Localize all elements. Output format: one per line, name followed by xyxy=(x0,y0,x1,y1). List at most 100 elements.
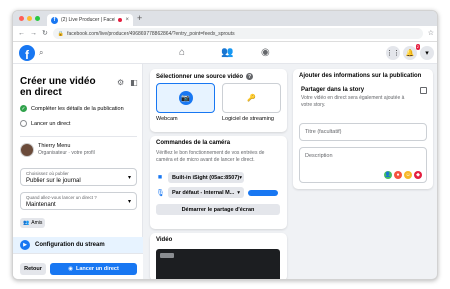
post-details-card: Ajouter des informations sur la publicat… xyxy=(293,69,433,189)
when-select[interactable]: Quand allez-vous lancer un direct ? Main… xyxy=(20,192,137,210)
audio-device-select[interactable]: Par défaut - Internal M... ▾ xyxy=(168,187,244,198)
chevron-down-icon: ▾ xyxy=(237,189,240,196)
location-icon[interactable]: ● xyxy=(394,171,402,179)
audio-level-meter xyxy=(248,189,278,196)
avatar xyxy=(20,143,34,157)
left-footer: Retour ◉ Lancer un direct xyxy=(13,253,143,279)
chevron-down-icon: ▾ xyxy=(127,175,131,181)
go-live-button[interactable]: ◉ Lancer un direct xyxy=(50,263,137,275)
forward-icon[interactable]: → xyxy=(30,30,37,37)
back-icon[interactable]: ← xyxy=(18,30,25,37)
select-value: Publier sur le journal xyxy=(26,178,81,184)
profile-role: Organisateur · votre profil xyxy=(38,150,95,156)
main-column: Sélectionner une source vidéo ? 📷 🔑 Webc… xyxy=(150,69,287,279)
star-icon[interactable]: ☆ xyxy=(428,30,434,37)
title-placeholder: Titre (facultatif) xyxy=(305,129,342,135)
sidebar-tools: ⚙ ◧ xyxy=(117,78,138,87)
audio-device-value: Par défaut - Internal M... xyxy=(172,189,235,196)
account-menu-icon[interactable]: ▾ xyxy=(420,46,434,60)
story-checkbox[interactable] xyxy=(420,87,427,94)
video-device-value: Built-in iSight (05ac:8507) xyxy=(172,174,240,181)
back-button[interactable]: Retour xyxy=(20,263,46,275)
collapse-icon[interactable]: ◧ xyxy=(130,78,138,87)
facebook-favicon-icon: f xyxy=(51,16,58,24)
chevron-down-icon: ▾ xyxy=(127,199,131,205)
url-text: facebook.com/live/producer/4968697788628… xyxy=(67,30,235,37)
audio-device-row: 🎙 Par défaut - Internal M... ▾ xyxy=(156,187,278,198)
divider xyxy=(20,136,137,137)
card-title: Ajouter des informations sur la publicat… xyxy=(299,73,422,79)
source-webcam[interactable]: 📷 xyxy=(156,83,215,113)
video-card: Vidéo xyxy=(150,233,287,279)
story-description: Votre vidéo en direct sera également ajo… xyxy=(301,95,405,108)
screen-share-button[interactable]: Démarrer le partage d'écran xyxy=(156,204,280,215)
card-title: Commandes de la caméra xyxy=(156,140,231,146)
video-preview xyxy=(156,249,280,279)
step-details[interactable]: ✓ Compléter les détails de la publicatio… xyxy=(20,105,124,112)
video-device-row: ■ Built-in iSight (05ac:8507) ▾ xyxy=(156,172,244,183)
live-icon: ◉ xyxy=(68,266,73,272)
source-streaming-software[interactable]: 🔑 xyxy=(222,83,281,113)
home-icon[interactable]: ⌂ xyxy=(179,47,185,58)
lock-icon: 🔒 xyxy=(57,30,65,37)
video-device-select[interactable]: Built-in iSight (05ac:8507) ▾ xyxy=(168,172,244,183)
tag-people-icon[interactable]: 👤 xyxy=(384,171,392,179)
publish-location-select[interactable]: Choisissez où publier Publier sur le jou… xyxy=(20,168,137,186)
facebook-logo[interactable]: f xyxy=(19,45,35,61)
groups-icon[interactable]: ◉ xyxy=(261,47,270,58)
step-go-live[interactable]: Lancer un direct xyxy=(20,120,70,127)
audience-label: Amis xyxy=(31,220,43,226)
camera-icon: 📷 xyxy=(178,91,193,105)
video-source-card: Sélectionner une source vidéo ? 📷 🔑 Webc… xyxy=(150,69,287,132)
browser-tab-bar: f (2) Live Producer | Faceb × + xyxy=(13,11,437,26)
composer-tools: 👤 ● ☺ ◆ xyxy=(384,171,422,179)
gift-icon[interactable]: ◆ xyxy=(414,171,422,179)
settings-icon[interactable]: ⚙ xyxy=(117,78,124,87)
reload-icon[interactable]: ↻ xyxy=(42,30,48,37)
description-input[interactable]: Description 👤 ● ☺ ◆ xyxy=(299,147,427,183)
maximize-window-button[interactable] xyxy=(35,16,40,21)
chevron-down-icon: ▾ xyxy=(239,174,243,181)
friends-icon: 👥 xyxy=(23,220,30,226)
audience-button[interactable]: 👥 Amis xyxy=(20,218,46,228)
search-icon[interactable]: ⌕ xyxy=(39,48,43,58)
title-input[interactable]: Titre (facultatif) xyxy=(299,123,427,141)
step-label: Compléter les détails de la publication xyxy=(31,105,124,112)
close-window-button[interactable] xyxy=(19,16,24,21)
microphone-icon: 🎙 xyxy=(156,189,165,197)
camera-description: Vérifiez le bon fonctionnement de vos en… xyxy=(156,150,265,163)
source-title: Sélectionner une source vidéo xyxy=(156,73,244,80)
minimize-window-button[interactable] xyxy=(27,16,32,21)
preview-tag xyxy=(160,253,174,258)
page-title: Créer une vidéo en direct xyxy=(20,76,96,98)
notifications-icon[interactable]: 🔔 2 xyxy=(403,44,420,60)
video-camera-icon: ▶ xyxy=(20,240,30,250)
friends-icon[interactable]: 👥 xyxy=(221,47,233,58)
menu-grid-icon[interactable]: ⋮⋮ xyxy=(386,46,400,60)
left-sidebar: Créer une vidéo en direct ⚙ ◧ ✓ Compléte… xyxy=(13,64,143,279)
go-live-label: Lancer un direct xyxy=(76,266,119,272)
recording-icon xyxy=(118,18,123,22)
profile-row: Thierry Menu Organisateur · votre profil xyxy=(20,143,95,157)
camera-controls-card: Commandes de la caméra Vérifiez le bon f… xyxy=(150,136,287,229)
stream-config-item[interactable]: ▶ Configuration du stream xyxy=(13,237,143,253)
description-placeholder: Description xyxy=(305,153,333,159)
new-tab-button[interactable]: + xyxy=(137,13,142,23)
browser-tab[interactable]: f (2) Live Producer | Faceb × xyxy=(47,14,133,26)
stream-config-label: Configuration du stream xyxy=(35,242,105,248)
url-field[interactable]: 🔒 facebook.com/live/producer/49686977886… xyxy=(52,28,423,39)
facebook-header: f ⌕ ⌂ 👥 ◉ ⋮⋮ 🔔 2 ▾ xyxy=(13,42,437,64)
source-label: Webcam xyxy=(156,116,178,122)
camera-icon: ■ xyxy=(157,174,163,181)
tab-title: (2) Live Producer | Faceb xyxy=(61,17,116,23)
source-label: Logiciel de streaming xyxy=(222,116,274,122)
emoji-icon[interactable]: ☺ xyxy=(404,171,412,179)
browser-window: f (2) Live Producer | Faceb × + ← → ↻ 🔒 … xyxy=(12,10,438,280)
step-label: Lancer un direct xyxy=(31,120,71,127)
help-icon[interactable]: ? xyxy=(246,73,254,80)
profile-name: Thierry Menu xyxy=(38,143,71,149)
notification-badge: 2 xyxy=(415,44,420,50)
window-controls xyxy=(19,16,40,21)
tab-close-button[interactable]: × xyxy=(125,17,129,23)
check-icon: ✓ xyxy=(20,105,27,112)
